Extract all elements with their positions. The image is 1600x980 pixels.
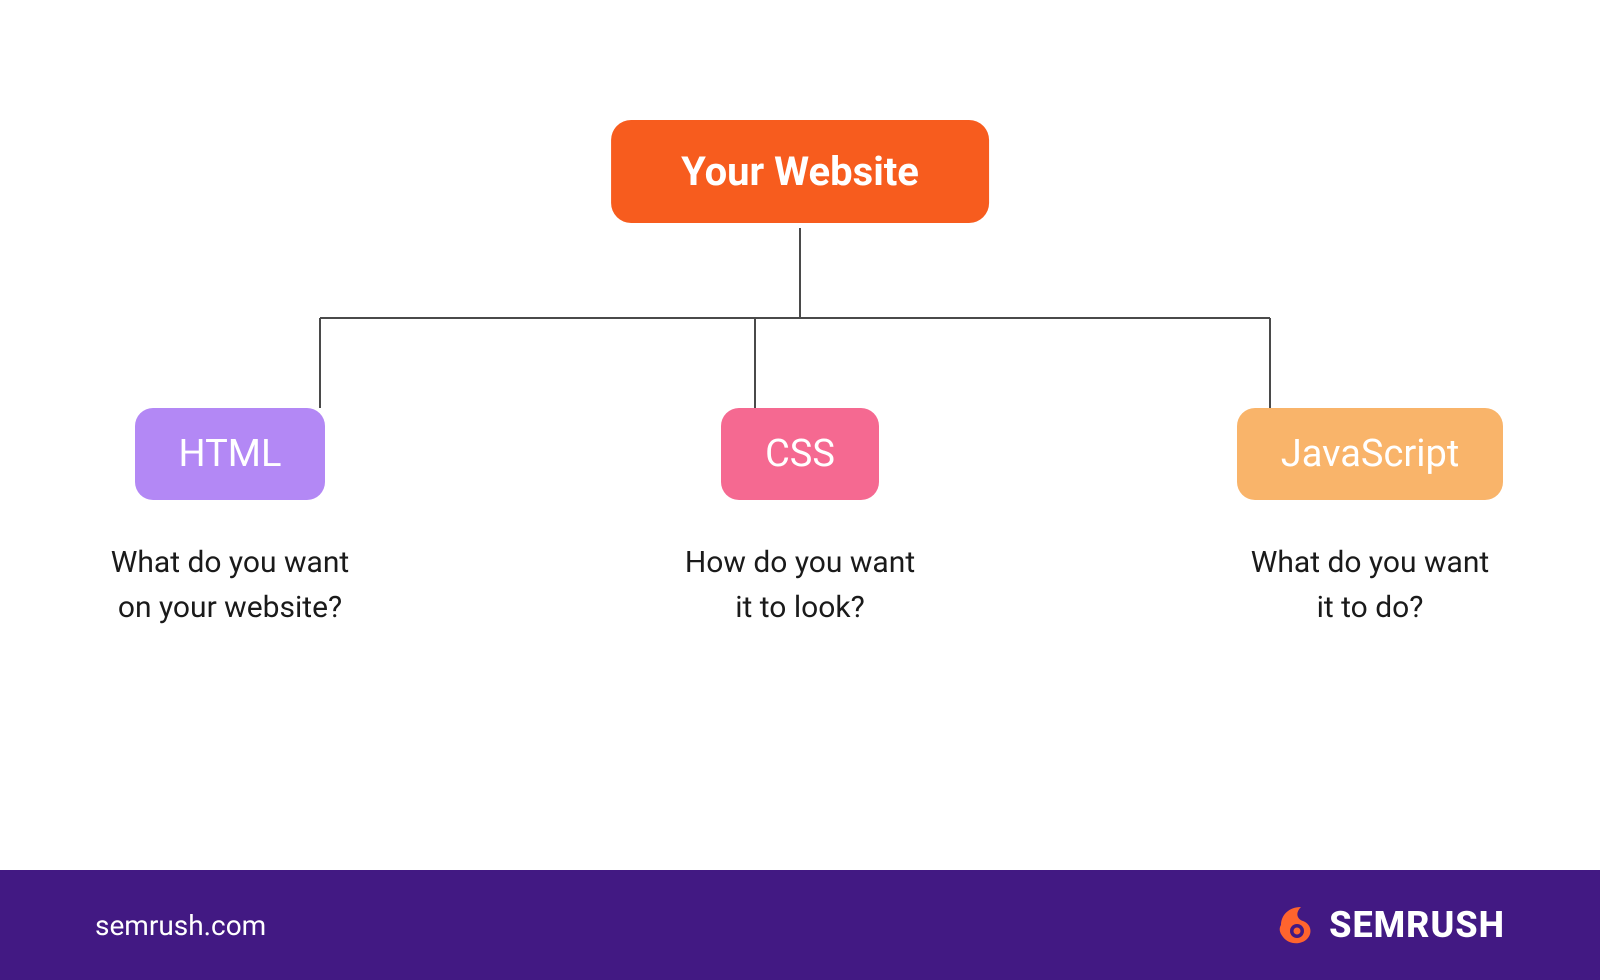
root-node-your-website: Your Website (611, 120, 989, 223)
caption-line: it to look? (735, 590, 865, 625)
footer-brand-text: SEMRUSH (1329, 904, 1505, 946)
child-node-javascript: JavaScript (1237, 408, 1504, 500)
child-caption-js: What do you want it to do? (1251, 540, 1490, 630)
root-node-label: Your Website (681, 148, 919, 195)
child-node-html: HTML (135, 408, 326, 500)
caption-line: How do you want (685, 545, 915, 580)
child-column-css: CSS How do you want it to look? (640, 408, 960, 630)
diagram-container: Your Website HTML What do you want on yo… (0, 0, 1600, 870)
child-caption-html: What do you want on your website? (111, 540, 350, 630)
footer-url: semrush.com (95, 909, 266, 942)
caption-line: What do you want (111, 545, 350, 580)
caption-line: on your website? (118, 590, 342, 625)
child-column-html: HTML What do you want on your website? (70, 408, 390, 630)
child-node-label: JavaScript (1281, 432, 1460, 476)
child-column-js: JavaScript What do you want it to do? (1210, 408, 1530, 630)
footer-logo: SEMRUSH (1271, 901, 1505, 949)
semrush-fire-icon (1271, 901, 1319, 949)
child-node-label: HTML (179, 432, 282, 476)
connector-lines (0, 228, 1600, 428)
footer-bar: semrush.com SEMRUSH (0, 870, 1600, 980)
caption-line: it to do? (1317, 590, 1424, 625)
children-row: HTML What do you want on your website? C… (0, 408, 1600, 630)
child-caption-css: How do you want it to look? (685, 540, 915, 630)
caption-line: What do you want (1251, 545, 1490, 580)
child-node-css: CSS (721, 408, 879, 500)
child-node-label: CSS (765, 432, 835, 476)
